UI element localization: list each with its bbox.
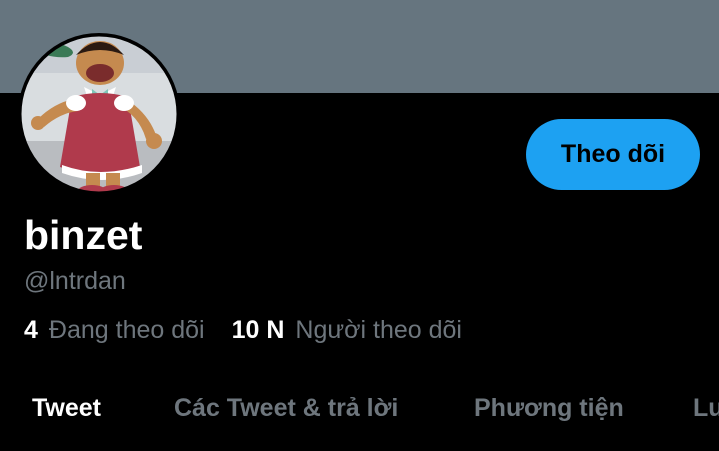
following-link[interactable]: 4 Đang theo dõi [24,313,205,347]
tab-media[interactable]: Phương tiện [474,392,624,424]
tab-tweets[interactable]: Tweet [32,392,101,424]
followers-count: 10 N [231,316,285,344]
profile-avatar[interactable] [18,33,180,195]
following-label: Đang theo dõi [48,316,205,344]
profile-handle: @lntrdan [24,267,126,295]
tab-likes[interactable]: Lu [693,392,719,424]
followers-link[interactable]: 10 N Người theo dõi [232,313,462,347]
following-count: 4 [24,316,38,344]
tab-tweets-and-replies[interactable]: Các Tweet & trả lời [174,392,398,424]
profile-display-name: binzet [24,212,143,258]
profile-stats: 4 Đang theo dõi 10 N Người theo dõi [24,313,462,347]
cartoon-character-avatar-icon [18,33,180,195]
follow-button[interactable]: Theo dõi [526,119,700,190]
followers-label: Người theo dõi [295,316,462,344]
profile-tabs: Tweet Các Tweet & trả lời Phương tiện Lu [0,378,719,438]
